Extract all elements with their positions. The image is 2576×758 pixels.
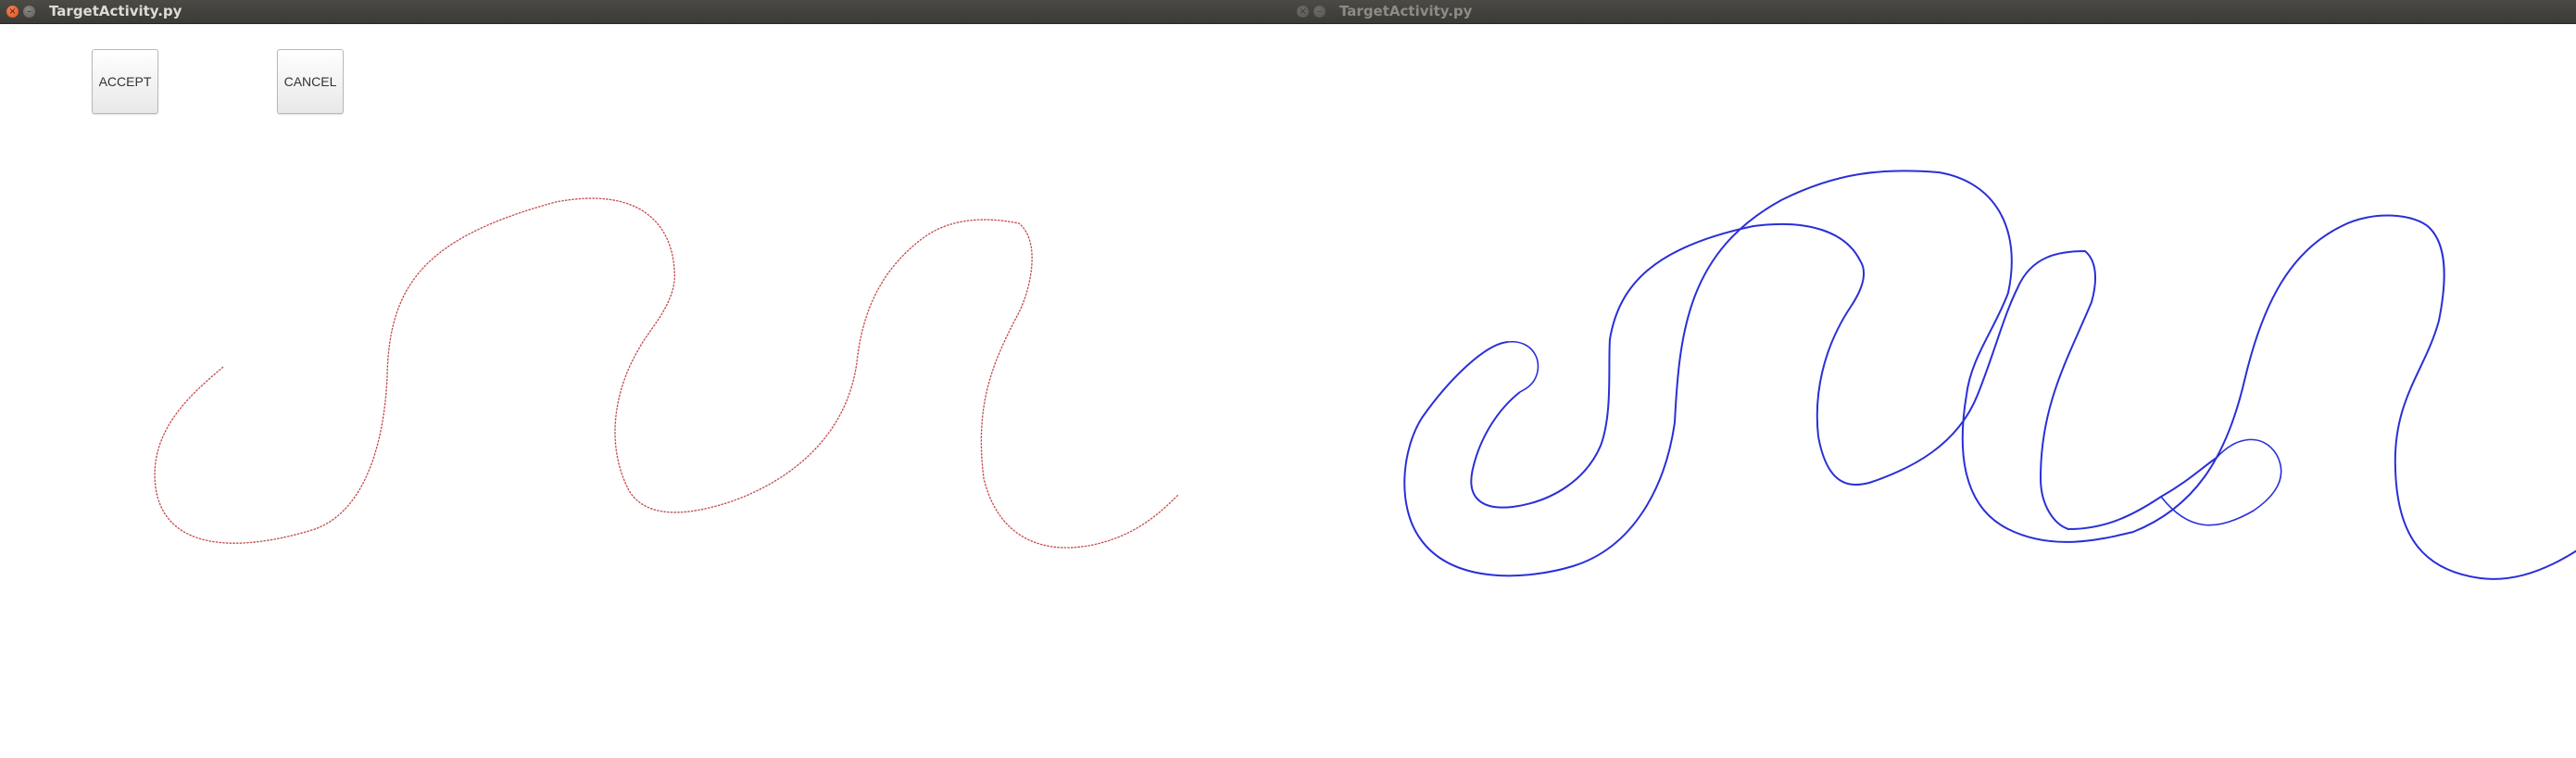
track-end-cap bbox=[2160, 438, 2282, 526]
close-window-icon[interactable]: × bbox=[1297, 6, 1309, 18]
title-bar[interactable]: × – TargetActivity.py bbox=[0, 0, 1290, 24]
title-bar[interactable]: × – TargetActivity.py bbox=[1290, 0, 2576, 24]
target-window: × – TargetActivity.py bbox=[1290, 0, 2576, 758]
minimize-window-icon[interactable]: – bbox=[1313, 6, 1326, 18]
window-title: TargetActivity.py bbox=[1339, 3, 1473, 19]
drawn-trace bbox=[154, 197, 1179, 549]
drawing-window: × – TargetActivity.py ACCEPT CANCEL bbox=[0, 0, 1290, 758]
minimize-window-icon[interactable]: – bbox=[23, 6, 35, 18]
close-window-icon[interactable]: × bbox=[6, 6, 19, 18]
target-canvas bbox=[1403, 170, 2576, 580]
track-inner-boundary bbox=[1470, 222, 2218, 531]
track-outer-boundary bbox=[1403, 170, 2576, 580]
window-title: TargetActivity.py bbox=[49, 3, 182, 19]
track-start-cap bbox=[1507, 341, 1539, 393]
drawing-canvas[interactable] bbox=[0, 24, 1290, 758]
